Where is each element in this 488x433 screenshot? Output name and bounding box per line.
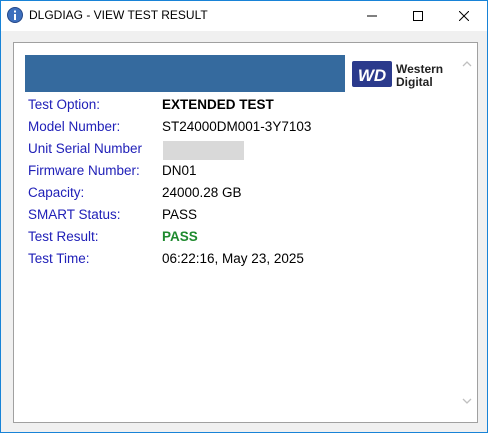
serial-number-redacted	[163, 141, 244, 160]
close-button[interactable]	[441, 1, 487, 31]
value-capacity: 24000.28 GB	[162, 185, 242, 200]
label-test-result: Test Result:	[28, 229, 99, 244]
value-smart-status: PASS	[162, 207, 198, 222]
label-firmware-number: Firmware Number:	[28, 163, 140, 178]
label-test-option: Test Option:	[28, 97, 101, 112]
header-banner	[25, 55, 345, 92]
vertical-scrollbar[interactable]	[458, 43, 476, 421]
svg-text:Western: Western	[396, 62, 443, 76]
value-test-time: 06:22:16, May 23, 2025	[162, 251, 304, 266]
value-firmware-number: DN01	[162, 163, 197, 178]
western-digital-logo: WD Western Digital	[352, 58, 448, 90]
scroll-up-icon[interactable]	[462, 55, 472, 73]
result-panel: WD Western Digital Test Option: EXTENDED…	[13, 42, 478, 423]
value-model-number: ST24000DM001-3Y7103	[162, 119, 312, 134]
title-bar[interactable]: DLGDIAG - VIEW TEST RESULT	[1, 1, 487, 31]
label-capacity: Capacity:	[28, 185, 85, 200]
minimize-button[interactable]	[349, 1, 395, 31]
value-test-option: EXTENDED TEST	[162, 97, 274, 112]
label-model-number: Model Number:	[28, 119, 121, 134]
label-unit-serial-number: Unit Serial Number	[28, 141, 143, 156]
maximize-button[interactable]	[395, 1, 441, 31]
value-test-result: PASS	[162, 229, 198, 244]
info-icon	[7, 7, 23, 23]
svg-text:WD: WD	[358, 66, 386, 85]
label-test-time: Test Time:	[28, 251, 90, 266]
window-title: DLGDIAG - VIEW TEST RESULT	[29, 8, 208, 22]
dialog-window: DLGDIAG - VIEW TEST RESULT WD Western Di…	[0, 0, 488, 433]
label-smart-status: SMART Status:	[28, 207, 121, 222]
svg-text:Digital: Digital	[396, 75, 433, 89]
scroll-down-icon[interactable]	[462, 392, 472, 410]
